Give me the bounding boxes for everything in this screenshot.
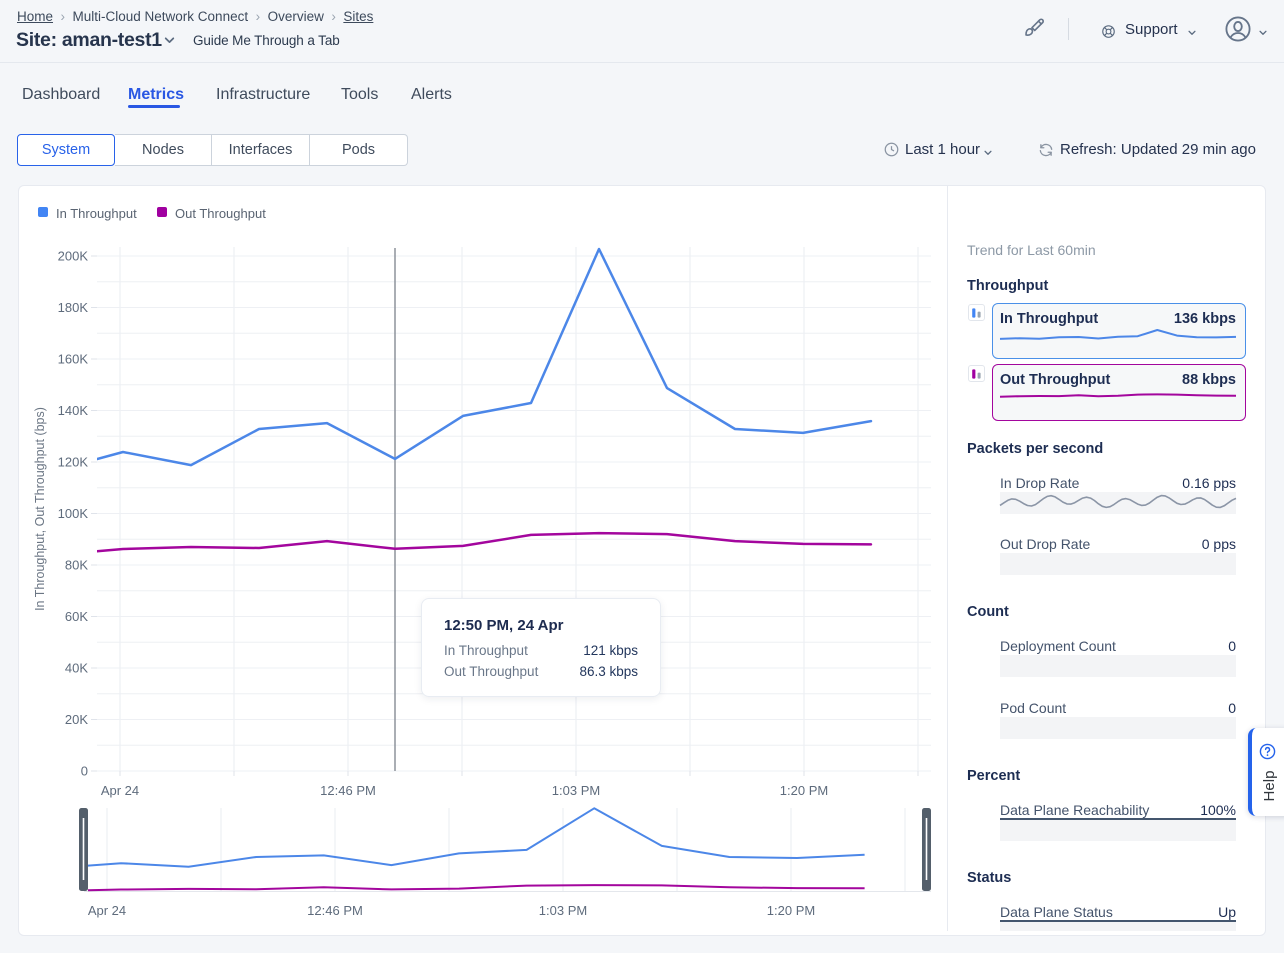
svg-text:12:46 PM: 12:46 PM: [320, 783, 376, 798]
svg-text:80K: 80K: [65, 558, 88, 573]
svg-text:160K: 160K: [58, 352, 89, 367]
svg-text:60K: 60K: [65, 609, 88, 624]
svg-text:200K: 200K: [58, 249, 89, 264]
svg-text:1:03 PM: 1:03 PM: [539, 903, 587, 918]
svg-text:In Throughput, Out Throughput: In Throughput, Out Throughput (bps): [33, 407, 47, 611]
svg-text:40K: 40K: [65, 661, 88, 676]
svg-text:Apr 24: Apr 24: [101, 783, 139, 798]
svg-text:180K: 180K: [58, 300, 89, 315]
svg-text:1:20 PM: 1:20 PM: [767, 903, 815, 918]
svg-text:20K: 20K: [65, 712, 88, 727]
svg-text:100K: 100K: [58, 506, 89, 521]
svg-text:0: 0: [81, 764, 88, 779]
svg-text:12:46 PM: 12:46 PM: [307, 903, 363, 918]
svg-text:120K: 120K: [58, 455, 89, 470]
svg-text:1:03 PM: 1:03 PM: [552, 783, 600, 798]
svg-text:140K: 140K: [58, 403, 89, 418]
svg-text:1:20 PM: 1:20 PM: [780, 783, 828, 798]
svg-text:Apr 24: Apr 24: [88, 903, 126, 918]
